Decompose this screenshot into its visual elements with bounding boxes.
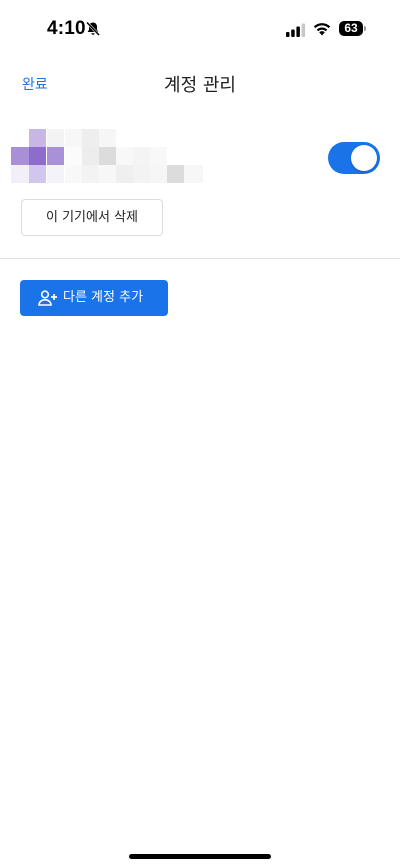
account-sync-toggle[interactable] [328, 142, 380, 174]
home-indicator[interactable] [129, 854, 271, 859]
wifi-icon [313, 23, 331, 36]
manage-accounts-screen: 4:10 63 계정 관리 완료 이 기기에서 삭제 다른 계정 추가 [0, 0, 400, 867]
status-time: 4:10 [47, 18, 86, 39]
nav-bar: 계정 관리 완료 [0, 64, 400, 104]
signal-icon [286, 23, 306, 37]
divider [0, 258, 400, 259]
account-row [0, 120, 400, 190]
remove-from-device-button[interactable]: 이 기기에서 삭제 [21, 199, 163, 236]
battery-icon: 63 [339, 21, 367, 37]
battery-level: 63 [344, 21, 358, 35]
redacted-account-info [11, 129, 203, 183]
status-bar: 4:10 63 [0, 0, 400, 60]
add-account-label: 다른 계정 추가 [63, 290, 144, 305]
person-add-icon [38, 290, 57, 306]
page-title: 계정 관리 [164, 75, 236, 96]
bell-off-icon [86, 21, 100, 36]
done-button[interactable]: 완료 [22, 74, 48, 94]
toggle-knob [351, 145, 377, 171]
add-another-account-button[interactable]: 다른 계정 추가 [20, 280, 168, 316]
